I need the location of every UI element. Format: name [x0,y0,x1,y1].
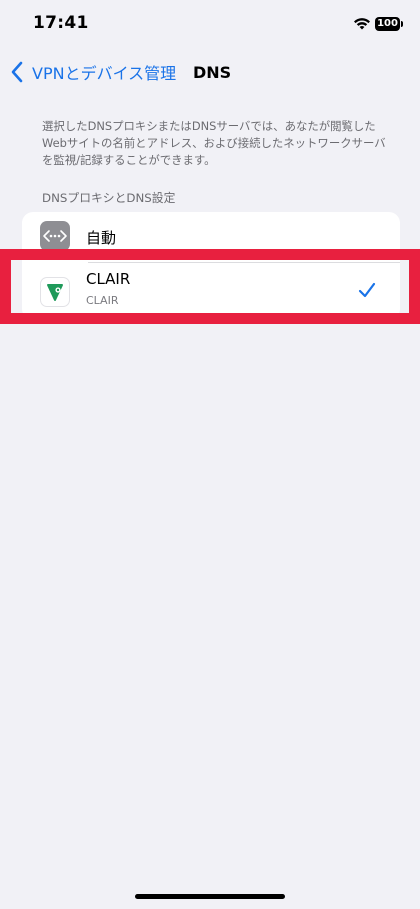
option-subtitle: CLAIR [86,294,119,307]
option-row-clair[interactable]: CLAIR CLAIR [22,263,400,320]
option-label: 自動 [86,229,117,247]
wifi-icon [354,18,370,30]
battery-indicator: 100 [375,17,400,31]
dns-description: 選択したDNSプロキシまたはDNSサーバでは、あなたが閲覧したWebサイトの名前… [42,119,386,167]
chevron-left-icon [11,61,23,83]
status-bar: 17:41 100 [0,0,420,50]
checkmark-icon [358,282,376,298]
section-header: DNSプロキシとDNS設定 [42,191,176,205]
back-button-label: VPNとデバイス管理 [32,64,177,83]
home-indicator [135,894,285,899]
dns-options-list: 自動 CLAIR CLAIR [22,212,400,320]
network-dots-icon [40,221,70,251]
page-title: DNS [193,63,232,82]
status-time: 17:41 [33,13,89,33]
navigation-bar: VPNとデバイス管理 DNS [0,50,420,94]
option-label: CLAIR [86,270,131,288]
clair-app-icon [40,277,70,307]
back-button[interactable]: VPNとデバイス管理 [10,58,176,86]
option-row-auto[interactable]: 自動 [22,212,400,262]
battery-tip [401,21,403,27]
